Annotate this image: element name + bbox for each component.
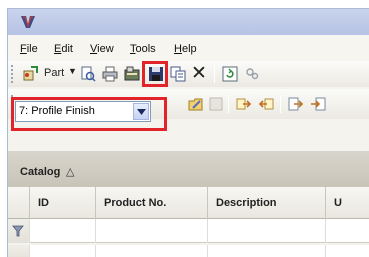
refresh-icon[interactable] [222,66,238,82]
menu-bar: File Edit View Tools Help [8,35,369,61]
move-left-icon[interactable] [258,96,274,112]
disabled-item-icon [209,97,223,111]
app-logo-icon [21,16,35,28]
main-toolbar: Part ▼ ✕ [8,61,369,87]
column-header-description[interactable]: Description [208,187,326,219]
tools-icon[interactable] [244,66,260,82]
import-icon[interactable] [310,96,326,112]
column-header-product-no[interactable]: Product No. [96,187,208,219]
part-button-label[interactable]: Part [44,67,64,79]
spacer [8,137,369,151]
menu-view[interactable]: View [90,43,114,55]
properties-icon[interactable] [124,66,140,82]
print-icon[interactable] [102,66,118,82]
folder-edit-icon[interactable] [188,96,204,112]
group-by-bar[interactable]: Catalog △ [8,151,369,187]
column-header-unit[interactable]: U [326,187,369,219]
export-icon[interactable] [288,96,304,112]
row-selector-header[interactable] [8,187,30,219]
menu-file[interactable]: File [20,43,38,55]
print-preview-icon[interactable] [80,66,96,82]
menu-edit[interactable]: Edit [54,43,73,55]
filter-row [8,219,369,243]
filter-row-selector [8,219,30,243]
title-bar [8,9,369,35]
filter-cell-id[interactable] [30,219,96,243]
table-cell[interactable] [30,245,96,257]
filter-cell-description[interactable] [208,219,326,243]
filter-cell-unit[interactable] [326,219,369,243]
move-right-icon[interactable] [236,96,252,112]
delete-icon[interactable]: ✕ [191,62,207,85]
menu-help[interactable]: Help [174,43,197,55]
group-label[interactable]: Catalog [20,166,60,178]
toolbar-separator [214,65,215,83]
filter-cell-product-no[interactable] [96,219,208,243]
row-selector[interactable] [8,245,30,257]
new-part-icon[interactable] [22,66,38,82]
column-header-label: ID [38,197,49,209]
filter-icon[interactable] [12,225,24,237]
table-cell[interactable] [96,245,208,257]
column-header-label: Description [216,197,277,209]
save-highlight-annotation [142,61,168,87]
toolbar-separator [280,95,281,113]
sort-ascending-icon[interactable]: △ [66,165,74,178]
toolbar-separator [228,95,229,113]
column-header-id[interactable]: ID [30,187,96,219]
grid-header: ID Product No. Description U [8,187,369,219]
column-header-label: U [334,197,342,209]
table-row[interactable] [8,245,369,257]
menu-tools[interactable]: Tools [130,43,156,55]
table-cell[interactable] [208,245,326,257]
view-selector-highlight-annotation [11,97,167,131]
column-header-label: Product No. [104,197,167,209]
copy-icon[interactable] [170,66,186,82]
toolbar-grip[interactable] [11,65,14,83]
app-window: File Edit View Tools Help Part ▼ ✕ Catal… [7,8,369,257]
part-dropdown-icon[interactable]: ▼ [68,66,77,76]
